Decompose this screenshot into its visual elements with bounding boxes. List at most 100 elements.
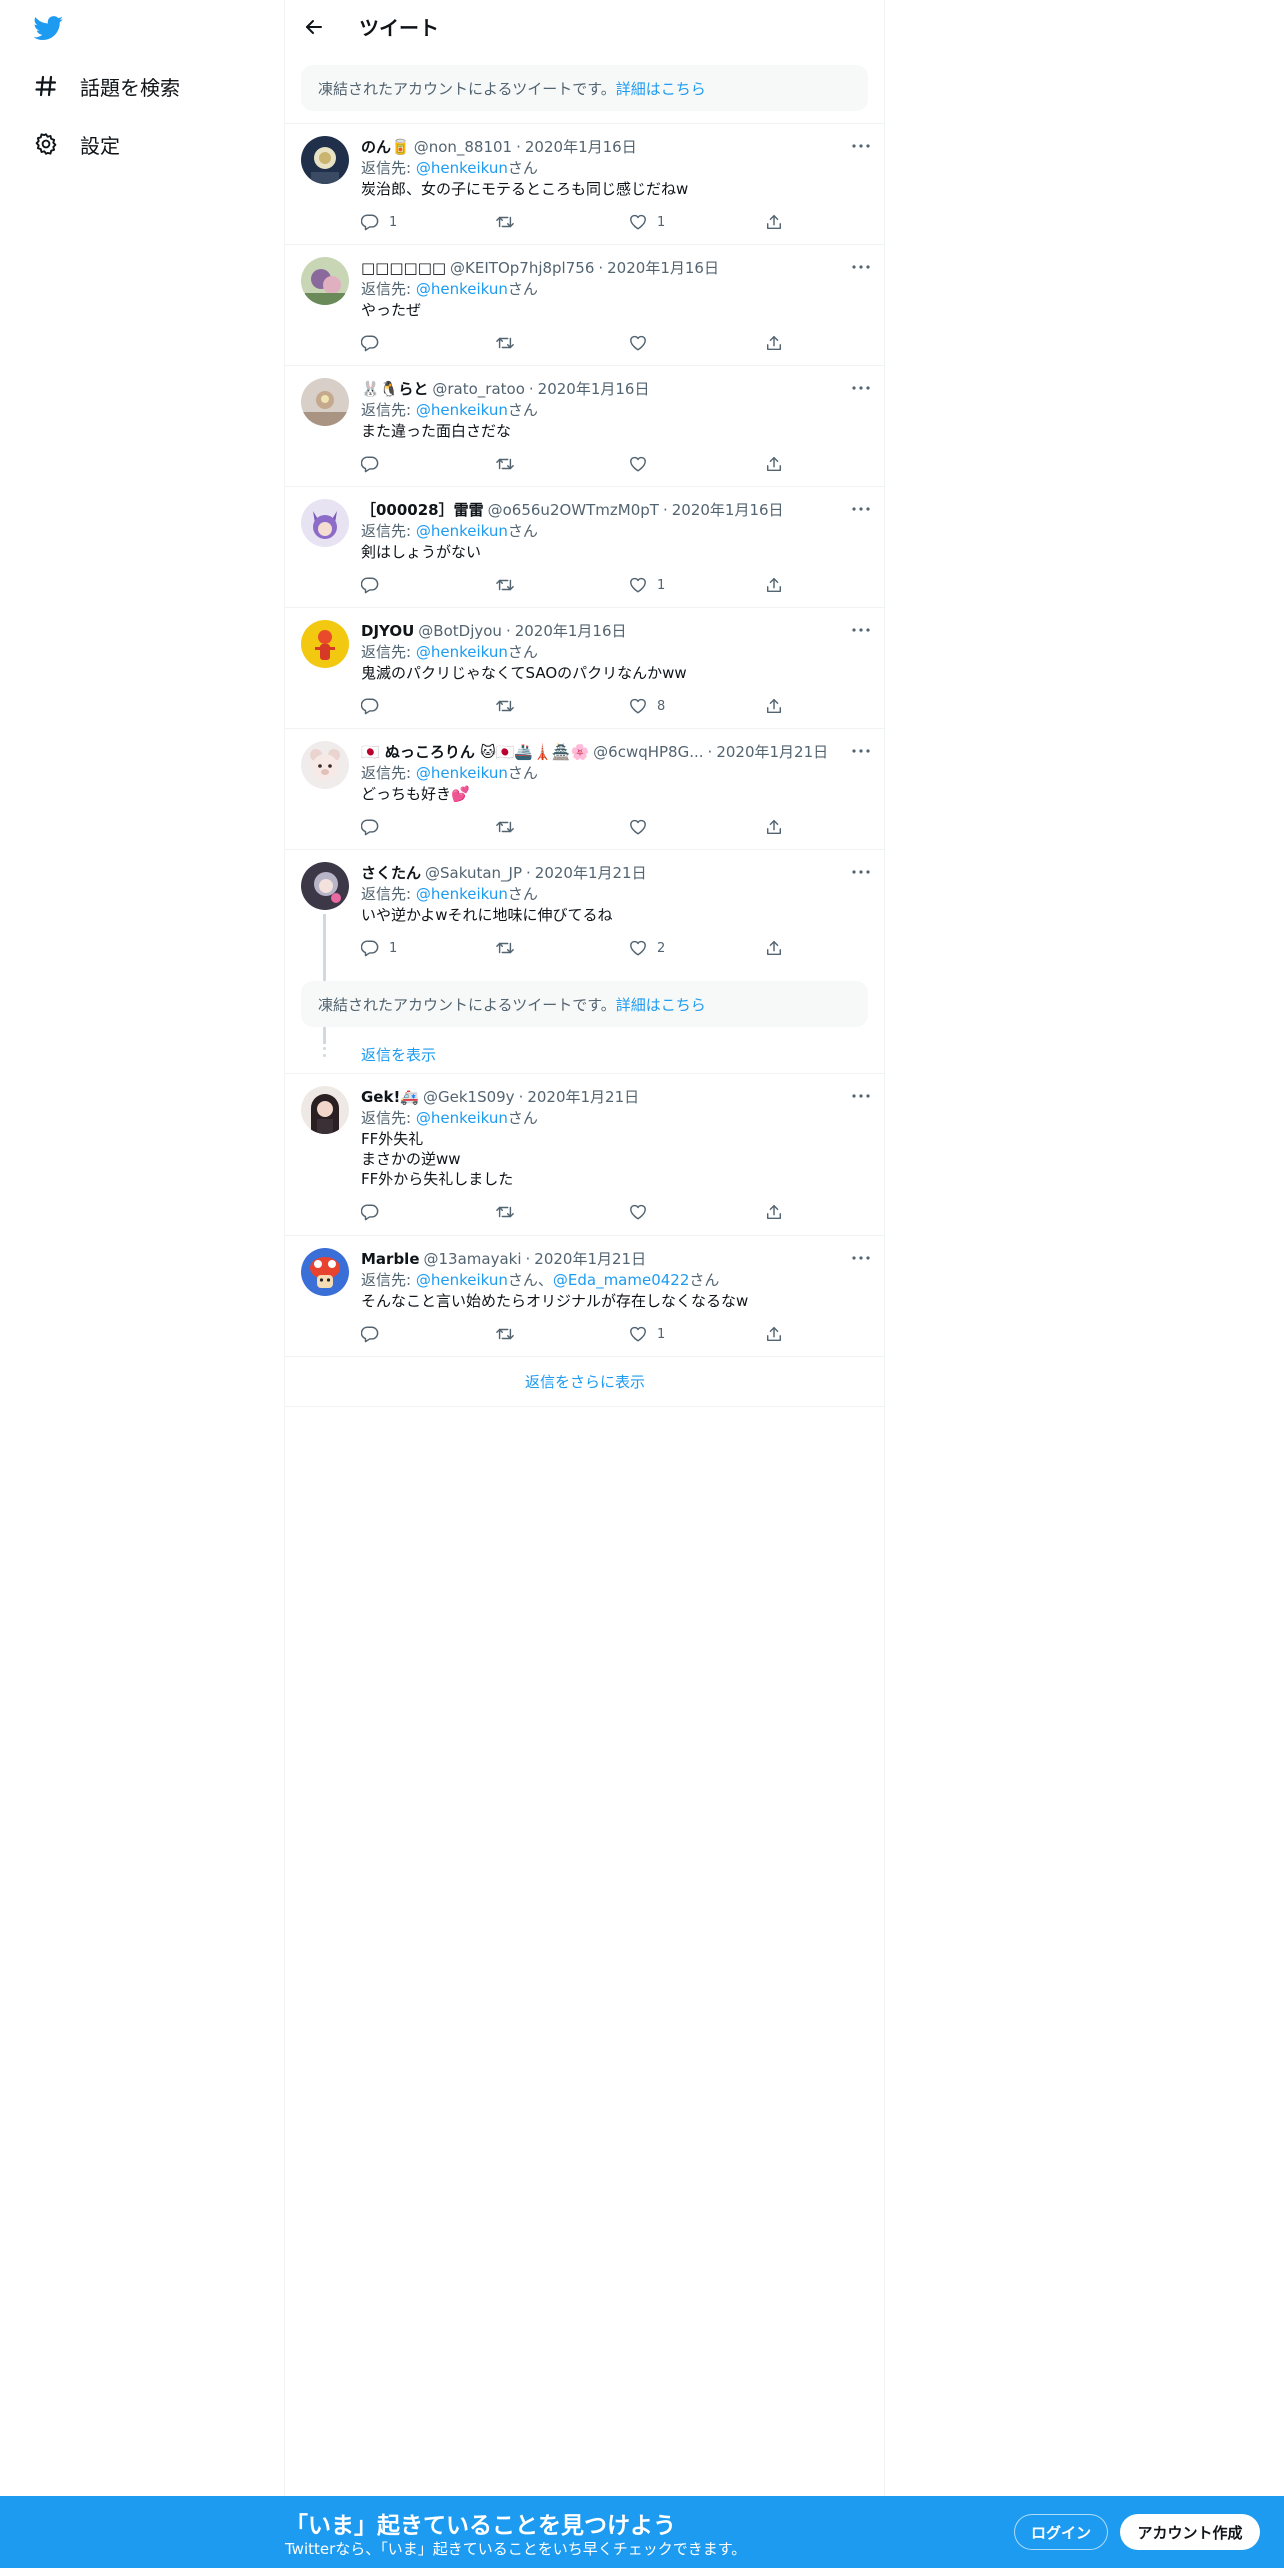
author-name[interactable]: 🇯🇵 ぬっころりん 🐱🇯🇵🚢🗼🏯🌸 bbox=[361, 741, 589, 762]
author-handle[interactable]: @o656u2OWTmzM0pT bbox=[488, 501, 659, 519]
retweet-button[interactable] bbox=[495, 815, 525, 839]
more-options-button[interactable] bbox=[849, 860, 873, 884]
signup-button[interactable]: アカウント作成 bbox=[1120, 2514, 1260, 2550]
like-button[interactable] bbox=[629, 452, 657, 476]
mention-link[interactable]: @henkeikun bbox=[416, 159, 508, 177]
more-options-button[interactable] bbox=[849, 1084, 873, 1108]
mention-link[interactable]: @henkeikun bbox=[416, 522, 508, 540]
author-handle[interactable]: @6cwqHP8G... bbox=[593, 743, 703, 761]
author-name[interactable]: Gek!🚑 bbox=[361, 1088, 419, 1106]
tweet-date[interactable]: 2020年1月16日 bbox=[607, 257, 719, 278]
reply-button[interactable]: 1 bbox=[361, 936, 397, 960]
retweet-button[interactable] bbox=[495, 452, 525, 476]
share-button[interactable] bbox=[765, 452, 783, 476]
more-options-button[interactable] bbox=[849, 1246, 873, 1270]
like-button[interactable]: 1 bbox=[629, 210, 665, 234]
like-button[interactable]: 8 bbox=[629, 694, 665, 718]
share-button[interactable] bbox=[765, 694, 783, 718]
twitter-bird-icon[interactable] bbox=[33, 16, 64, 41]
author-handle[interactable]: @Gek1S09y bbox=[423, 1088, 515, 1106]
like-button[interactable]: 1 bbox=[629, 573, 665, 597]
retweet-button[interactable] bbox=[495, 210, 525, 234]
tweet-date[interactable]: 2020年1月21日 bbox=[527, 1086, 639, 1107]
nav-settings[interactable]: 設定 bbox=[32, 124, 120, 164]
login-button[interactable]: ログイン bbox=[1014, 2514, 1108, 2550]
reply-button[interactable] bbox=[361, 815, 389, 839]
more-options-button[interactable] bbox=[849, 255, 873, 279]
more-options-button[interactable] bbox=[849, 134, 873, 158]
mention-link[interactable]: @henkeikun bbox=[416, 885, 508, 903]
retweet-button[interactable] bbox=[495, 331, 525, 355]
tweet-date[interactable]: 2020年1月16日 bbox=[538, 378, 650, 399]
nav-explore[interactable]: 話題を検索 bbox=[32, 66, 180, 106]
tweet[interactable]: さくたん @Sakutan_JP · 2020年1月21日 返信先: @henk… bbox=[285, 850, 885, 1044]
avatar[interactable] bbox=[301, 1086, 349, 1134]
tweet[interactable]: のん🥫 @non_88101 · 2020年1月16日 返信先: @henkei… bbox=[285, 124, 885, 244]
avatar[interactable] bbox=[301, 862, 349, 910]
reply-button[interactable] bbox=[361, 573, 389, 597]
tweet-date[interactable]: 2020年1月16日 bbox=[672, 499, 784, 520]
tweet[interactable]: Gek!🚑 @Gek1S09y · 2020年1月21日 返信先: @henke… bbox=[285, 1074, 885, 1235]
reply-button[interactable]: 1 bbox=[361, 210, 397, 234]
share-button[interactable] bbox=[765, 331, 783, 355]
author-name[interactable]: 🐰🐧らと bbox=[361, 378, 428, 399]
author-handle[interactable]: @KEITOp7hj8pl756 bbox=[450, 259, 594, 277]
mention-link[interactable]: @henkeikun bbox=[416, 280, 508, 298]
tweet[interactable]: □□□□□□ @KEITOp7hj8pl756 · 2020年1月16日 返信先… bbox=[285, 245, 885, 365]
reply-button[interactable] bbox=[361, 694, 389, 718]
tweet-date[interactable]: 2020年1月16日 bbox=[515, 620, 627, 641]
retweet-button[interactable] bbox=[495, 573, 525, 597]
author-name[interactable]: □□□□□□ bbox=[361, 259, 446, 277]
mention-link[interactable]: @henkeikun bbox=[416, 1109, 508, 1127]
like-button[interactable] bbox=[629, 815, 657, 839]
like-button[interactable]: 1 bbox=[629, 1322, 665, 1346]
show-more-replies-button[interactable]: 返信をさらに表示 bbox=[285, 1356, 885, 1406]
tweet-date[interactable]: 2020年1月16日 bbox=[525, 136, 637, 157]
mention-link[interactable]: @henkeikun bbox=[416, 401, 508, 419]
tweet[interactable]: 🐰🐧らと @rato_ratoo · 2020年1月16日 返信先: @henk… bbox=[285, 366, 885, 486]
avatar[interactable] bbox=[301, 1248, 349, 1296]
author-handle[interactable]: @13amayaki bbox=[424, 1250, 522, 1268]
retweet-button[interactable] bbox=[495, 694, 525, 718]
more-options-button[interactable] bbox=[849, 497, 873, 521]
more-options-button[interactable] bbox=[849, 739, 873, 763]
back-button[interactable] bbox=[297, 10, 331, 44]
like-button[interactable] bbox=[629, 331, 657, 355]
retweet-button[interactable] bbox=[495, 1200, 525, 1224]
more-options-button[interactable] bbox=[849, 618, 873, 642]
tweet-date[interactable]: 2020年1月21日 bbox=[716, 741, 828, 762]
tweet[interactable]: ［000028］雷雷 @o656u2OWTmzM0pT · 2020年1月16日… bbox=[285, 487, 885, 607]
tweet[interactable]: 🇯🇵 ぬっころりん 🐱🇯🇵🚢🗼🏯🌸 @6cwqHP8G... · 2020年1月… bbox=[285, 729, 885, 849]
share-button[interactable] bbox=[765, 573, 783, 597]
avatar[interactable] bbox=[301, 257, 349, 305]
tweet[interactable]: Marble @13amayaki · 2020年1月21日 返信先: @hen… bbox=[285, 1236, 885, 1356]
author-name[interactable]: DJYOU bbox=[361, 622, 414, 640]
tweet[interactable]: DJYOU @BotDjyou · 2020年1月16日 返信先: @henke… bbox=[285, 608, 885, 728]
author-handle[interactable]: @Sakutan_JP bbox=[425, 864, 522, 882]
author-handle[interactable]: @BotDjyou bbox=[418, 622, 502, 640]
author-name[interactable]: Marble bbox=[361, 1250, 420, 1268]
author-name[interactable]: ［000028］雷雷 bbox=[361, 499, 484, 520]
author-handle[interactable]: @rato_ratoo bbox=[432, 380, 525, 398]
like-button[interactable]: 2 bbox=[629, 936, 665, 960]
share-button[interactable] bbox=[765, 1200, 783, 1224]
share-button[interactable] bbox=[765, 936, 783, 960]
retweet-button[interactable] bbox=[495, 1322, 525, 1346]
author-handle[interactable]: @non_88101 bbox=[414, 138, 512, 156]
reply-button[interactable] bbox=[361, 1200, 389, 1224]
avatar[interactable] bbox=[301, 499, 349, 547]
mention-link[interactable]: @henkeikun bbox=[416, 764, 508, 782]
reply-button[interactable] bbox=[361, 452, 389, 476]
avatar[interactable] bbox=[301, 136, 349, 184]
reply-button[interactable] bbox=[361, 331, 389, 355]
show-replies[interactable]: 返信を表示 bbox=[285, 1036, 885, 1072]
mention-link[interactable]: @henkeikun bbox=[416, 1271, 508, 1289]
share-button[interactable] bbox=[765, 815, 783, 839]
retweet-button[interactable] bbox=[495, 936, 525, 960]
reply-button[interactable] bbox=[361, 1322, 389, 1346]
more-options-button[interactable] bbox=[849, 376, 873, 400]
share-button[interactable] bbox=[765, 210, 783, 234]
tweet-date[interactable]: 2020年1月21日 bbox=[535, 862, 647, 883]
mention-link-2[interactable]: @Eda_mame0422 bbox=[553, 1271, 690, 1289]
avatar[interactable] bbox=[301, 741, 349, 789]
